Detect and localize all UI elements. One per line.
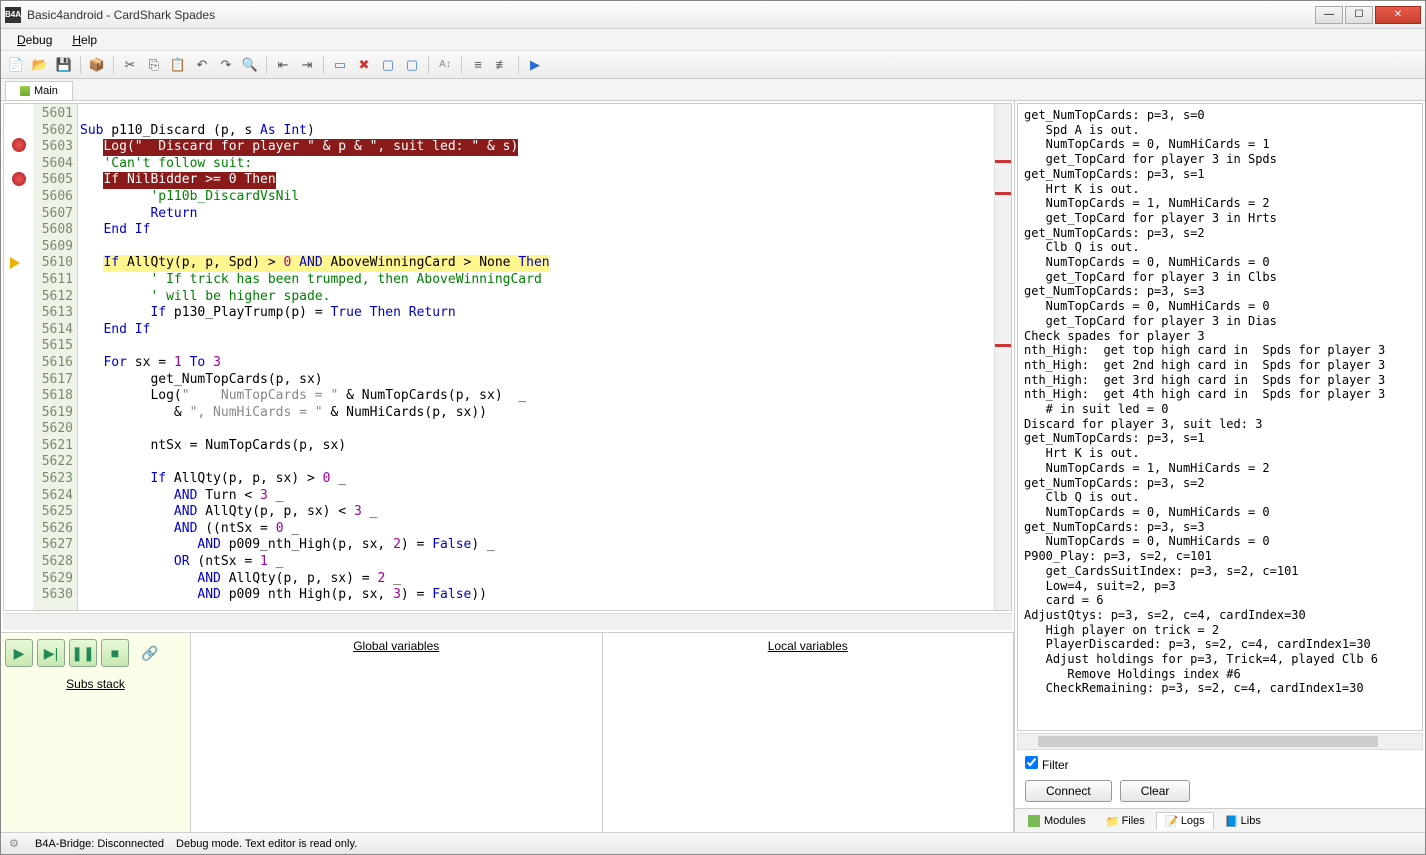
horizontal-scrollbar[interactable] bbox=[3, 613, 1012, 630]
menu-debug[interactable]: Debug bbox=[7, 31, 62, 49]
clear-button[interactable]: Clear bbox=[1120, 780, 1191, 802]
uncomment-icon[interactable]: ≢ bbox=[491, 54, 513, 76]
new-icon[interactable]: 📄 bbox=[5, 54, 27, 76]
app-window: B4A Basic4android - CardShark Spades — ☐… bbox=[0, 0, 1426, 855]
open-icon[interactable]: 📂 bbox=[29, 54, 51, 76]
maximize-button[interactable]: ☐ bbox=[1345, 6, 1373, 24]
menubar: Debug Help bbox=[1, 29, 1425, 51]
run-icon[interactable]: ▶ bbox=[524, 54, 546, 76]
indent-icon[interactable]: ⇥ bbox=[296, 54, 318, 76]
step-button[interactable]: ▶| bbox=[37, 639, 65, 667]
app-icon: B4A bbox=[5, 7, 21, 23]
files-icon: 📁 bbox=[1106, 815, 1118, 827]
toolbar: 📄 📂 💾 📦 ✂ ⎘ 📋 ↶ ↷ 🔍 ⇤ ⇥ ▭ ✖ ▢ ▢ A↕ ≡ ≢ ▶ bbox=[1, 51, 1425, 79]
statusbar: ⚙ B4A-Bridge: Disconnected Debug mode. T… bbox=[1, 832, 1425, 854]
editor-pane: 5601560256035604560556065607560856095610… bbox=[1, 101, 1015, 832]
debug-controls-pane: ▶ ▶| ❚❚ ■ 🔗 Subs stack bbox=[1, 633, 191, 832]
close-button[interactable]: ✕ bbox=[1375, 6, 1421, 24]
menu-help[interactable]: Help bbox=[62, 31, 107, 49]
screen-icon[interactable]: ▭ bbox=[329, 54, 351, 76]
delete-bp-icon[interactable]: ✖ bbox=[353, 54, 375, 76]
main-area: 5601560256035604560556065607560856095610… bbox=[1, 101, 1425, 832]
line-numbers: 5601560256035604560556065607560856095610… bbox=[34, 104, 78, 610]
logs-pane: get_NumTopCards: p=3, s=0 Spd A is out. … bbox=[1015, 101, 1425, 832]
connect-button[interactable]: Connect bbox=[1025, 780, 1112, 802]
tab-logs[interactable]: 📝Logs bbox=[1156, 812, 1214, 830]
pause-button[interactable]: ❚❚ bbox=[69, 639, 97, 667]
comment-icon[interactable]: ≡ bbox=[467, 54, 489, 76]
tab-files[interactable]: 📁Files bbox=[1097, 812, 1154, 830]
outdent-icon[interactable]: ⇤ bbox=[272, 54, 294, 76]
bridge-icon: ⚙ bbox=[9, 837, 23, 851]
cut-icon[interactable]: ✂ bbox=[119, 54, 141, 76]
log-controls: Filter Connect Clear bbox=[1015, 750, 1425, 808]
debug-panel: ▶ ▶| ❚❚ ■ 🔗 Subs stack Global variables … bbox=[1, 632, 1014, 832]
tab-modules[interactable]: Modules bbox=[1019, 812, 1095, 830]
right-bottom-tabs: Modules 📁Files 📝Logs 📘Libs bbox=[1015, 808, 1425, 832]
minimize-button[interactable]: — bbox=[1315, 6, 1343, 24]
link-icon[interactable]: 🔗 bbox=[141, 645, 158, 662]
undo-icon[interactable]: ↶ bbox=[191, 54, 213, 76]
copy-icon[interactable]: ⎘ bbox=[143, 54, 165, 76]
window-controls: — ☐ ✕ bbox=[1313, 6, 1421, 24]
find-icon[interactable]: 🔍 bbox=[239, 54, 261, 76]
breakpoint-gutter[interactable] bbox=[4, 104, 34, 610]
marker-icon bbox=[995, 160, 1011, 163]
bridge-status: B4A-Bridge: Disconnected bbox=[35, 838, 164, 850]
vertical-scrollbar[interactable] bbox=[994, 104, 1011, 610]
local-variables-pane: Local variables bbox=[603, 633, 1015, 832]
marker-icon bbox=[995, 344, 1011, 347]
global-vars-header: Global variables bbox=[191, 633, 602, 659]
bookmark-icon[interactable]: ▢ bbox=[377, 54, 399, 76]
local-vars-header: Local variables bbox=[603, 633, 1014, 659]
module-icon bbox=[20, 86, 30, 96]
titlebar: B4A Basic4android - CardShark Spades — ☐… bbox=[1, 1, 1425, 29]
file-tabs: Main bbox=[1, 79, 1425, 101]
modules-icon bbox=[1028, 815, 1040, 827]
marker-icon bbox=[995, 192, 1011, 195]
paste-icon[interactable]: 📋 bbox=[167, 54, 189, 76]
mode-status: Debug mode. Text editor is read only. bbox=[176, 838, 357, 850]
debug-variables: Global variables Local variables bbox=[191, 633, 1014, 832]
subs-stack-header: Subs stack bbox=[1, 673, 190, 695]
autocomplete-icon[interactable]: A↕ bbox=[434, 54, 456, 76]
tab-label: Main bbox=[34, 85, 58, 97]
tab-libs[interactable]: 📘Libs bbox=[1216, 812, 1270, 830]
log-horizontal-scrollbar[interactable] bbox=[1017, 733, 1423, 750]
logs-icon: 📝 bbox=[1165, 815, 1177, 827]
global-variables-pane: Global variables bbox=[191, 633, 603, 832]
code-content[interactable]: Sub p110_Discard (p, s As Int) Log(" Dis… bbox=[78, 104, 994, 610]
window-title: Basic4android - CardShark Spades bbox=[27, 8, 1313, 22]
filter-checkbox[interactable]: Filter bbox=[1025, 756, 1069, 772]
redo-icon[interactable]: ↷ bbox=[215, 54, 237, 76]
tab-main[interactable]: Main bbox=[5, 81, 73, 100]
bookmark2-icon[interactable]: ▢ bbox=[401, 54, 423, 76]
libs-icon: 📘 bbox=[1225, 815, 1237, 827]
log-output[interactable]: get_NumTopCards: p=3, s=0 Spd A is out. … bbox=[1017, 103, 1423, 731]
save-icon[interactable]: 💾 bbox=[53, 54, 75, 76]
continue-button[interactable]: ▶ bbox=[5, 639, 33, 667]
stop-button[interactable]: ■ bbox=[101, 639, 129, 667]
export-icon[interactable]: 📦 bbox=[86, 54, 108, 76]
code-editor[interactable]: 5601560256035604560556065607560856095610… bbox=[3, 103, 1012, 611]
